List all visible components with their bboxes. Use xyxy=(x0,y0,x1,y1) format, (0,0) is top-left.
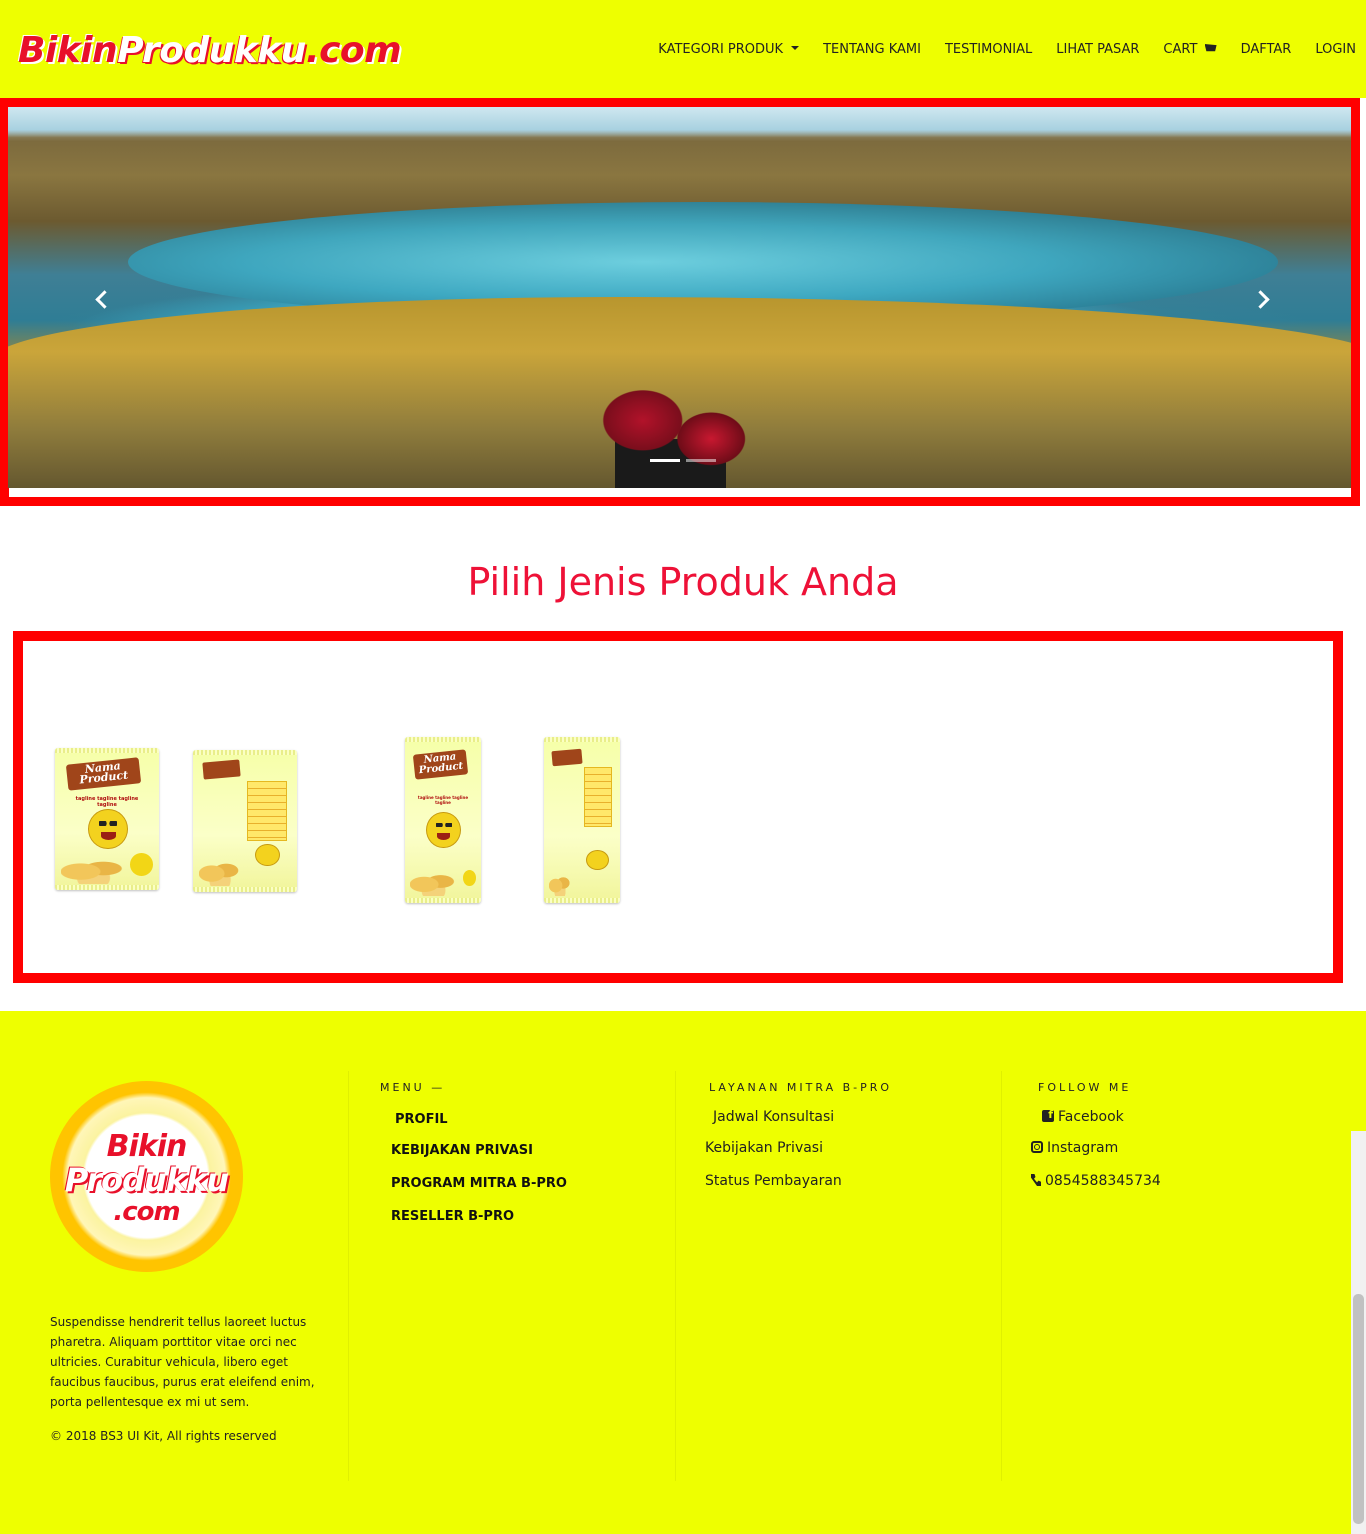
page-scrollbar[interactable] xyxy=(1351,1131,1366,1534)
hero-image-sneakers xyxy=(578,365,763,488)
pouch-brand-label: Nama Product xyxy=(412,749,469,780)
footer: Bikin Produkku .com Suspendisse hendreri… xyxy=(0,1011,1366,1534)
carousel-next-icon[interactable] xyxy=(1252,289,1276,313)
nav-testimonial[interactable]: TESTIMONIAL xyxy=(945,42,1032,57)
nav-cart-label: CART xyxy=(1163,42,1198,57)
pouch-tagline: tagline tagline tagline tagline xyxy=(417,795,469,806)
nav-daftar[interactable]: DAFTAR xyxy=(1241,42,1292,57)
products-section-title: Pilih Jenis Produk Anda xyxy=(467,560,899,604)
footer-link-status-pembayaran[interactable]: Status Pembayaran xyxy=(705,1173,842,1189)
footer-divider xyxy=(348,1071,349,1481)
footer-divider xyxy=(675,1071,676,1481)
phone-icon xyxy=(1031,1174,1041,1186)
scrollbar-thumb[interactable] xyxy=(1353,1294,1364,1524)
footer-layanan-heading: LAYANAN MITRA B-PRO xyxy=(709,1081,893,1094)
footer-logo-text-produkku: Produkku xyxy=(64,1161,229,1199)
footer-link-instagram[interactable]: Instagram xyxy=(1031,1140,1118,1156)
phone-number: 0854588345734 xyxy=(1045,1173,1161,1189)
footer-link-kebijakan-privasi-2[interactable]: Kebijakan Privasi xyxy=(705,1140,823,1156)
nav-cart[interactable]: CART xyxy=(1163,42,1217,57)
footer-link-profil[interactable]: PROFIL xyxy=(395,1112,448,1127)
footer-menu-heading: MENU — xyxy=(380,1081,446,1094)
logo-text-bikin: Bikin xyxy=(18,30,118,71)
mascot-icon xyxy=(585,849,609,870)
footer-logo-text-com: .com xyxy=(113,1197,180,1227)
nav-lihat-pasar[interactable]: LIHAT PASAR xyxy=(1056,42,1139,57)
carousel-indicator-2[interactable] xyxy=(686,459,716,462)
facebook-label: Facebook xyxy=(1058,1109,1124,1125)
nav-login[interactable]: LOGIN xyxy=(1315,42,1356,57)
nav-tentang-kami[interactable]: TENTANG KAMI xyxy=(823,42,921,57)
footer-logo[interactable]: Bikin Produkku .com xyxy=(50,1081,243,1272)
footer-description: Suspendisse hendrerit tellus laoreet luc… xyxy=(50,1315,315,1409)
nav-kategori-produk[interactable]: KATEGORI PRODUK xyxy=(658,42,799,57)
carousel-indicators xyxy=(650,459,716,462)
pouch-image xyxy=(544,737,620,903)
carousel-indicator-1[interactable] xyxy=(650,459,680,462)
footer-divider xyxy=(1001,1071,1002,1481)
main-nav: KATEGORI PRODUK TENTANG KAMI TESTIMONIAL… xyxy=(658,42,1356,57)
site-logo[interactable]: BikinProdukku.com xyxy=(18,26,402,76)
footer-link-jadwal-konsultasi[interactable]: Jadwal Konsultasi xyxy=(713,1109,834,1125)
instagram-icon xyxy=(1031,1141,1043,1153)
footer-link-reseller[interactable]: RESELLER B-PRO xyxy=(391,1209,514,1224)
footer-link-kebijakan-privasi[interactable]: KEBIJAKAN PRIVASI xyxy=(391,1143,533,1158)
footer-link-phone[interactable]: 0854588345734 xyxy=(1031,1173,1161,1189)
cart-icon xyxy=(1204,44,1217,52)
footer-link-program-mitra[interactable]: PROGRAM MITRA B-PRO xyxy=(391,1176,567,1191)
navbar: BikinProdukku.com KATEGORI PRODUK TENTAN… xyxy=(0,0,1366,98)
mascot-icon xyxy=(426,811,462,849)
carousel-prev-icon[interactable] xyxy=(92,289,116,313)
pouch-image xyxy=(193,750,297,892)
footer-copyright: © 2018 BS3 UI Kit, All rights reserved xyxy=(50,1429,277,1443)
mascot-icon xyxy=(255,843,281,867)
pouch-brand-label: Nama Product xyxy=(66,757,142,791)
pouch-tagline: tagline tagline tagline tagline xyxy=(75,796,139,809)
pouch-image: Nama Product tagline tagline tagline tag… xyxy=(55,748,159,890)
logo-text-com: .com xyxy=(305,30,402,71)
footer-logo-text-bikin: Bikin xyxy=(106,1129,188,1164)
facebook-icon xyxy=(1042,1108,1054,1122)
nutrition-panel xyxy=(247,781,287,841)
instagram-label: Instagram xyxy=(1047,1140,1119,1156)
footer-link-facebook[interactable]: Facebook xyxy=(1042,1108,1124,1125)
logo-text-produkku: Produkku xyxy=(117,30,306,71)
mascot-icon xyxy=(88,809,128,849)
footer-follow-heading: FOLLOW ME xyxy=(1038,1081,1132,1094)
pouch-image: Nama Product tagline tagline tagline tag… xyxy=(405,737,481,903)
hero-carousel xyxy=(8,107,1351,488)
nutrition-panel xyxy=(583,766,613,827)
